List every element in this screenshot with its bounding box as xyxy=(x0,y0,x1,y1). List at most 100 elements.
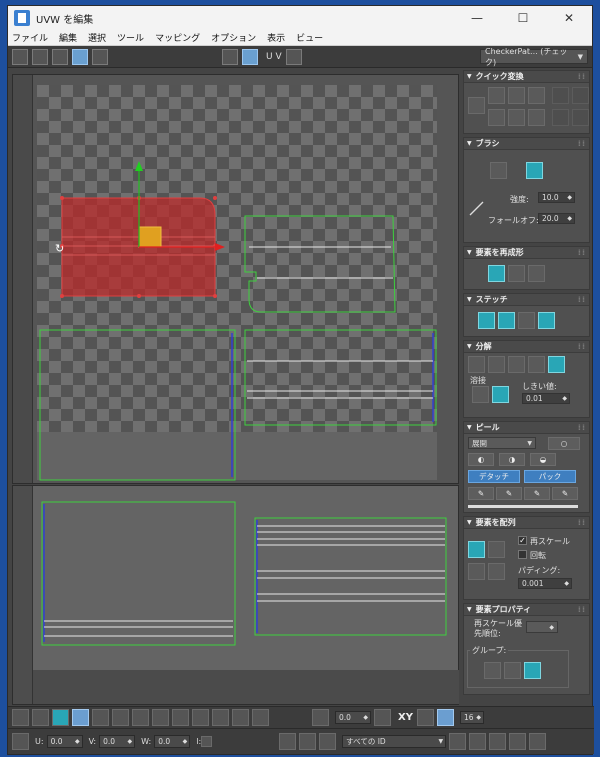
drag-handle-icon[interactable]: ⁞⁞ xyxy=(578,605,586,614)
rotate-icon[interactable] xyxy=(32,48,48,65)
spinner-arrows-icon[interactable]: ◆ xyxy=(564,579,569,589)
group-remove-icon[interactable] xyxy=(504,662,521,679)
select-loop-icon[interactable] xyxy=(112,709,129,726)
xy-axis-label[interactable]: XY xyxy=(398,712,413,723)
drag-handle-icon[interactable]: ⁞⁞ xyxy=(578,342,586,351)
u-spinner[interactable]: 0.0 ◆ xyxy=(46,735,83,748)
select-pins-icon[interactable]: ✎ xyxy=(552,487,578,500)
rollout-header[interactable]: ▼ ステッチ ⁞⁞ xyxy=(464,294,589,306)
menu-options[interactable]: オプション xyxy=(211,31,256,44)
peel-mode-dropdown[interactable]: 展開 ▼ xyxy=(468,437,536,449)
stitch-target-icon[interactable] xyxy=(498,312,515,329)
drag-handle-icon[interactable]: ⁞⁞ xyxy=(578,248,586,257)
rollout-header[interactable]: ▼ ブラシ ⁞⁞ xyxy=(464,138,589,150)
rescale-priority-dropdown[interactable]: ◆ xyxy=(526,621,558,633)
hide-icon[interactable] xyxy=(299,733,317,750)
angle-icon[interactable] xyxy=(312,709,329,726)
space-horizontal-icon[interactable] xyxy=(552,109,569,126)
peel-lscm-icon[interactable]: ◑ xyxy=(499,453,525,466)
w-spinner[interactable]: 0.0 ◆ xyxy=(154,735,191,748)
checker-show-icon[interactable] xyxy=(222,48,238,65)
space-vertical-icon[interactable] xyxy=(572,109,589,126)
grid-size-spinner[interactable]: 16 ◆ xyxy=(459,711,484,724)
absolute-mode-icon[interactable] xyxy=(12,733,29,750)
peel-map-icon[interactable]: ◒ xyxy=(530,453,556,466)
falloff-spinner[interactable]: 20.0 ◆ xyxy=(538,213,575,224)
menu-file[interactable]: ファイル xyxy=(12,31,48,44)
lock-toggle-icon[interactable] xyxy=(201,736,213,747)
maximize-button[interactable]: ☐ xyxy=(500,11,546,25)
edge-loop-icon[interactable] xyxy=(192,709,209,726)
checker-split-icon[interactable] xyxy=(528,356,545,373)
soft-select-icon[interactable] xyxy=(252,709,269,726)
space-extra-icon[interactable] xyxy=(572,87,589,104)
rotate-ccw-icon[interactable] xyxy=(528,87,545,104)
rotate-checkbox[interactable] xyxy=(518,550,527,559)
spinner-arrows-icon[interactable]: ◆ xyxy=(183,736,188,748)
group-add-icon[interactable] xyxy=(484,662,501,679)
uv-lower-viewport[interactable] xyxy=(12,485,459,705)
uv-axis-label[interactable]: U V xyxy=(266,52,282,62)
zoom-selected-icon[interactable] xyxy=(529,733,547,750)
brush-line-icon[interactable] xyxy=(468,200,485,217)
texture-dropdown[interactable]: CheckerPat... (チェック) ▼ xyxy=(480,47,588,67)
shrink-selection-icon[interactable] xyxy=(152,709,169,726)
mirror-icon[interactable] xyxy=(92,48,108,65)
peel-reset-button[interactable]: ○ xyxy=(548,437,580,450)
drag-handle-icon[interactable]: ⁞⁞ xyxy=(578,72,586,81)
menu-select[interactable]: 選択 xyxy=(88,31,106,44)
paint-select-icon[interactable] xyxy=(212,709,229,726)
freeze-icon[interactable] xyxy=(319,733,337,750)
drag-handle-icon[interactable]: ⁞⁞ xyxy=(578,295,586,304)
rollout-header[interactable]: ▼ 要素を配列 ⁞⁞ xyxy=(464,517,589,529)
angle-spinner[interactable]: 0.0 ◆ xyxy=(335,711,371,724)
straighten-icon[interactable] xyxy=(488,265,505,282)
drag-handle-icon[interactable]: ⁞⁞ xyxy=(578,518,586,527)
rollout-header[interactable]: ▼ 分解 ⁞⁞ xyxy=(464,341,589,353)
material-id-dropdown[interactable]: すべての ID ▼ xyxy=(342,735,447,748)
detach-button[interactable]: デタッチ xyxy=(468,470,520,483)
scale-icon[interactable] xyxy=(52,48,68,65)
v-spinner[interactable]: 0.0 ◆ xyxy=(99,735,136,748)
spinner-arrows-icon[interactable]: ◆ xyxy=(476,712,481,724)
stitch-source-icon[interactable] xyxy=(538,312,555,329)
pack-together-icon[interactable] xyxy=(488,541,505,558)
align-extra-icon[interactable] xyxy=(552,87,569,104)
strength-spinner[interactable]: 10.0 ◆ xyxy=(538,192,575,203)
menu-display[interactable]: 表示 xyxy=(267,31,285,44)
zoom-extents-icon[interactable] xyxy=(509,733,527,750)
break-edge-icon[interactable] xyxy=(488,356,505,373)
stitch-custom-icon[interactable] xyxy=(478,312,495,329)
stitch-average-icon[interactable] xyxy=(518,312,535,329)
rollout-header[interactable]: ▼ 要素プロパティ ⁞⁞ xyxy=(464,604,589,616)
zoom-region-icon[interactable] xyxy=(489,733,507,750)
relax-icon[interactable] xyxy=(508,265,525,282)
uv-element-outline[interactable] xyxy=(41,501,447,646)
align-linear-icon[interactable] xyxy=(488,109,505,126)
menu-edit[interactable]: 編集 xyxy=(59,31,77,44)
rollout-header[interactable]: ▼ クイック変換 ⁞⁞ xyxy=(464,71,589,83)
paint-deselect-icon[interactable] xyxy=(232,709,249,726)
move-icon[interactable] xyxy=(12,48,28,65)
edge-ring-icon[interactable] xyxy=(172,709,189,726)
align-center-icon[interactable] xyxy=(468,97,485,114)
align-horizontal-icon[interactable] xyxy=(488,87,505,104)
drag-handle-icon[interactable]: ⁞⁞ xyxy=(578,423,586,432)
uv-view-icon[interactable] xyxy=(285,48,302,65)
rotate-cw-icon[interactable] xyxy=(528,109,545,126)
element-mode-icon[interactable] xyxy=(72,709,89,726)
pack-custom-icon[interactable] xyxy=(488,563,505,580)
align-vertical-icon[interactable] xyxy=(508,87,525,104)
close-button[interactable]: ✕ xyxy=(546,11,592,25)
rollout-header[interactable]: ▼ 要素を再成形 ⁞⁞ xyxy=(464,247,589,259)
rescale-elements-icon[interactable] xyxy=(468,563,485,580)
spinner-arrows-icon[interactable]: ◆ xyxy=(75,736,80,748)
grow-selection-icon[interactable] xyxy=(132,709,149,726)
minimize-button[interactable]: — xyxy=(454,11,500,25)
flatten-icon[interactable] xyxy=(508,356,525,373)
padding-spinner[interactable]: 0.001 ◆ xyxy=(518,578,572,589)
select-region-icon[interactable] xyxy=(92,709,109,726)
rescale-checkbox[interactable]: ✓ xyxy=(518,536,527,545)
pen-tool-icon[interactable] xyxy=(374,709,391,726)
spinner-arrows-icon[interactable]: ◆ xyxy=(567,214,572,224)
